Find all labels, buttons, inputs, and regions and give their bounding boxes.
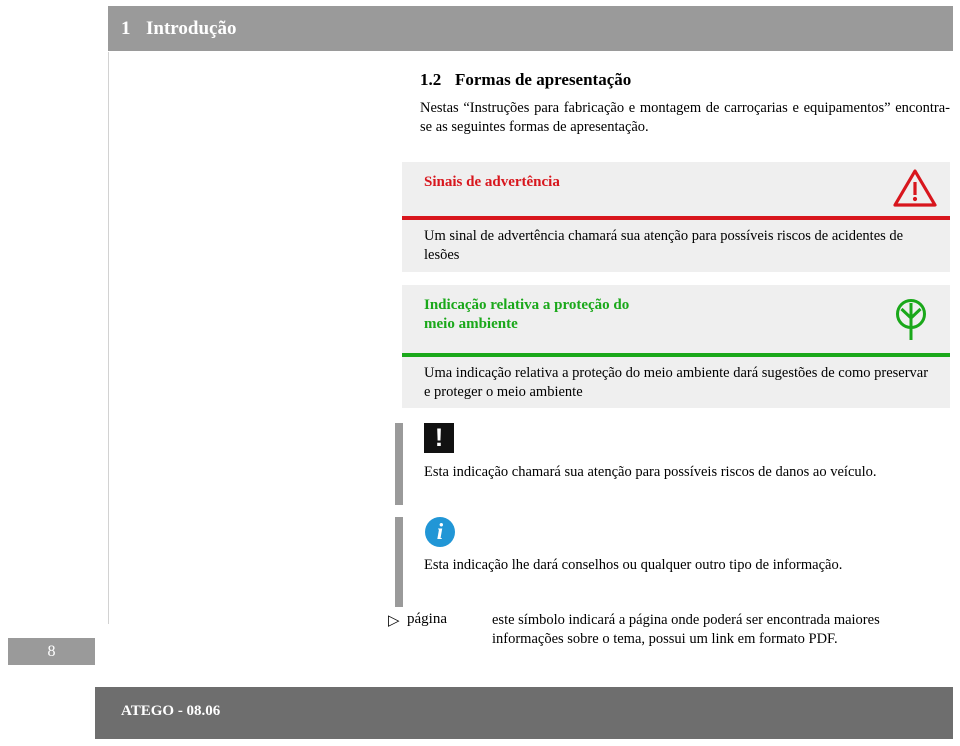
exclamation-box-icon: ! (424, 423, 454, 453)
note-text-2: Esta indicação lhe dará conselhos ou qua… (424, 557, 843, 573)
environment-heading-line-1: Indicação relativa a proteção do (424, 297, 630, 313)
chapter-number: 1 (121, 18, 131, 39)
tree-icon (890, 297, 932, 343)
warning-triangle-icon (892, 167, 938, 209)
footer-bar: ATEGO - 08.06 (95, 687, 953, 739)
section-number: 1.2 (420, 70, 442, 89)
section-intro-paragraph: Nestas “Instruções para fabricação e mon… (420, 100, 950, 135)
chapter-header-bar: 1 Introdução (108, 6, 953, 51)
note-sidebar-1 (395, 423, 403, 505)
environment-panel-heading: Indicação relativa a proteção do meio am… (424, 296, 629, 334)
environment-panel: Indicação relativa a proteção do meio am… (402, 285, 950, 408)
page-reference-label: página (407, 611, 447, 627)
note-sidebar-2 (395, 517, 403, 607)
left-margin-rule (108, 52, 109, 624)
note-text-1: Esta indicação chamará sua atenção para … (424, 464, 877, 480)
page-reference-text: este símbolo indicará a página onde pode… (492, 612, 880, 647)
warning-panel-heading: Sinais de advertência (424, 174, 560, 190)
chapter-title: Introdução (146, 18, 237, 39)
warning-panel-body: Um sinal de advertência chamará sua aten… (424, 228, 904, 263)
page-number-tab: 8 (8, 638, 95, 665)
page-reference-marker-icon: ▷ (388, 613, 400, 629)
environment-panel-body: Uma indicação relativa a proteção do mei… (424, 365, 929, 400)
environment-heading-line-2: meio ambiente (424, 316, 518, 332)
warning-panel: Sinais de advertência Um sinal de advert… (402, 162, 950, 272)
section-title: Formas de apresentação (455, 70, 632, 89)
environment-panel-rule (402, 353, 950, 357)
footer-text: ATEGO - 08.06 (121, 703, 221, 719)
warning-panel-rule (402, 216, 950, 220)
document-page: 1 Introdução 1.2 Formas de apresentação … (0, 0, 960, 746)
info-circle-icon: i (425, 517, 455, 547)
